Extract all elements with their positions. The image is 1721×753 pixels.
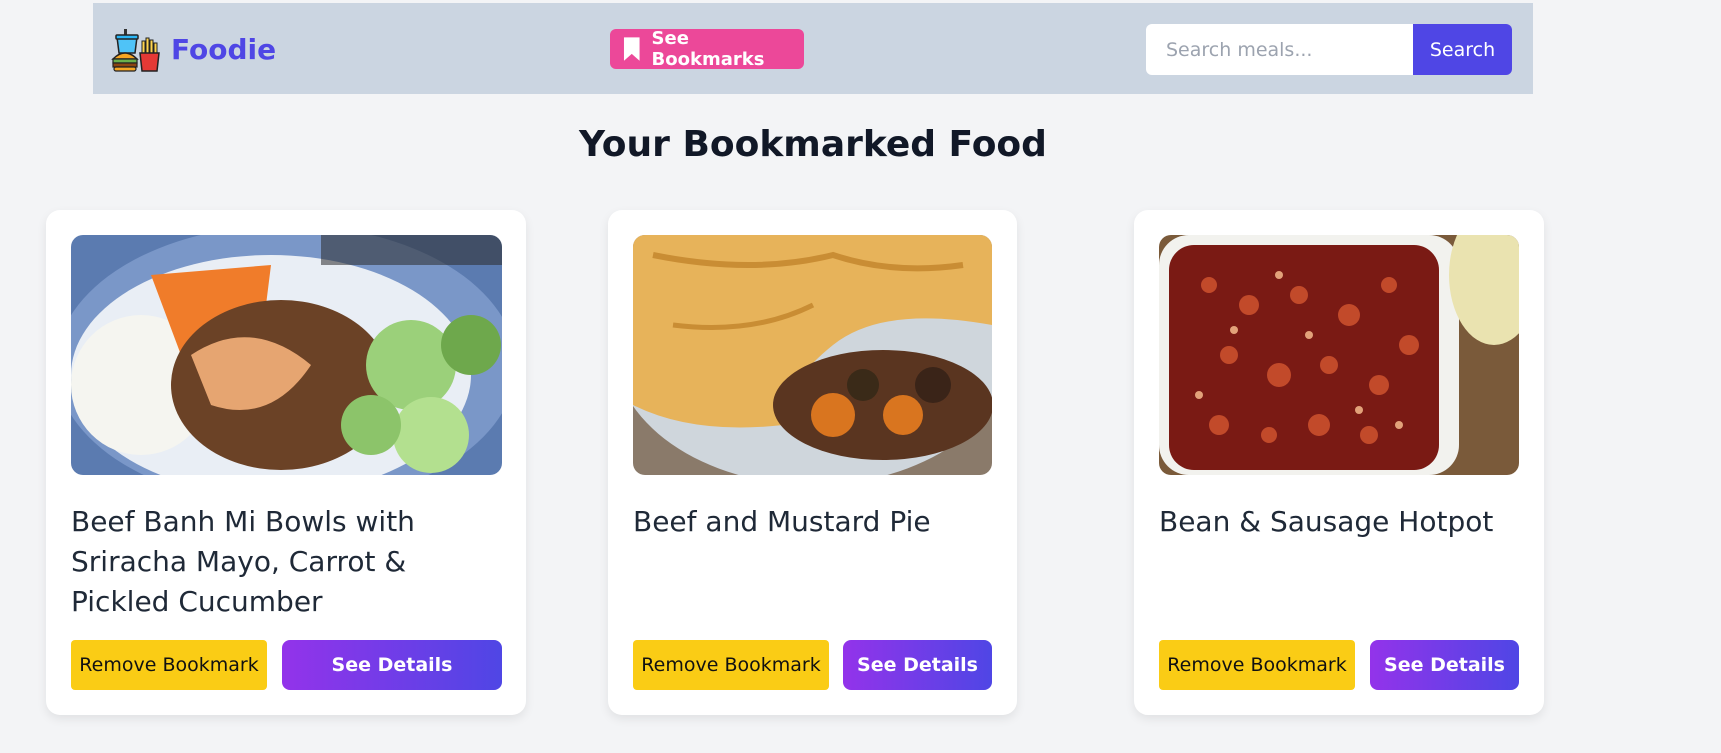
see-details-button[interactable]: See Details	[1370, 640, 1519, 690]
fast-food-icon	[111, 29, 160, 72]
bean-hotpot-image	[1159, 235, 1519, 475]
meal-title: Beef and Mustard Pie	[633, 505, 931, 538]
see-bookmarks-button[interactable]: See Bookmarks	[610, 28, 804, 70]
see-details-button[interactable]: See Details	[282, 640, 502, 690]
bookmark-card: Beef and Mustard Pie Remove Bookmark See…	[608, 210, 1017, 715]
remove-bookmark-button[interactable]: Remove Bookmark	[633, 640, 829, 690]
meal-image[interactable]	[633, 235, 992, 475]
remove-bookmark-button[interactable]: Remove Bookmark	[1159, 640, 1355, 690]
navbar: Foodie See Bookmarks Search	[93, 3, 1533, 94]
remove-bookmark-button[interactable]: Remove Bookmark	[71, 640, 267, 690]
page-title: Your Bookmarked Food	[579, 124, 1047, 165]
meal-image[interactable]	[71, 235, 502, 475]
meal-image[interactable]	[1159, 235, 1519, 475]
meal-title: Beef Banh Mi Bowls with Sriracha Mayo, C…	[71, 505, 415, 618]
bookmark-icon	[623, 37, 640, 61]
brand-name: Foodie	[171, 32, 277, 66]
search-button[interactable]: Search	[1413, 24, 1512, 75]
search-form: Search	[1146, 24, 1512, 75]
bookmark-card: Beef Banh Mi Bowls with Sriracha Mayo, C…	[46, 210, 526, 715]
see-details-button[interactable]: See Details	[843, 640, 992, 690]
see-bookmarks-label: See Bookmarks	[651, 28, 765, 70]
beef-pie-image	[633, 235, 992, 475]
meal-title: Bean & Sausage Hotpot	[1159, 505, 1494, 538]
bookmark-card: Bean & Sausage Hotpot Remove Bookmark Se…	[1134, 210, 1544, 715]
brand-logo[interactable]: Foodie	[111, 23, 276, 75]
banh-mi-bowl-image	[71, 235, 502, 475]
search-input[interactable]	[1146, 24, 1413, 75]
